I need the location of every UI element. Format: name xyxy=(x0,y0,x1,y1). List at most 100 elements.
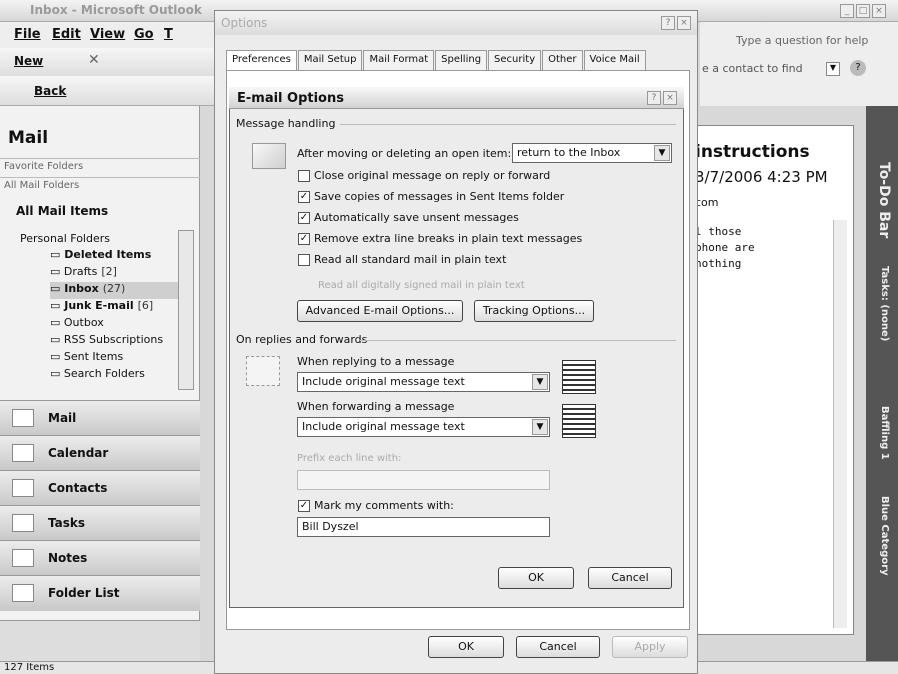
body-line: nothing xyxy=(695,257,742,270)
folder-label: Deleted Items xyxy=(64,248,152,261)
close-icon[interactable]: × xyxy=(872,4,886,18)
chevron-down-icon[interactable]: ▼ xyxy=(532,419,548,435)
options-apply-button[interactable]: Apply xyxy=(612,636,688,658)
prefix-input[interactable] xyxy=(297,470,550,490)
nav-button-contacts[interactable]: Contacts xyxy=(0,470,200,506)
menu-go[interactable]: Go xyxy=(134,27,154,42)
todo-item-baffling[interactable]: Baffling 1 xyxy=(879,406,890,460)
folder-label: RSS Subscriptions xyxy=(63,333,164,346)
tracking-options-button[interactable]: Tracking Options... xyxy=(474,300,594,322)
tab-spelling[interactable]: Spelling xyxy=(435,50,488,70)
email-options-close-icon[interactable]: × xyxy=(663,91,677,105)
new-button[interactable]: New xyxy=(14,54,43,68)
folder-scrollbar[interactable] xyxy=(178,230,194,390)
back-button[interactable]: Back xyxy=(34,84,66,98)
after-moving-label: After moving or deleting an open item: xyxy=(297,147,512,160)
option-checkbox[interactable]: ✓ xyxy=(298,233,310,245)
menu-view[interactable]: View xyxy=(90,27,125,42)
notes-icon xyxy=(12,549,34,567)
nav-button-label: Folder List xyxy=(48,586,120,600)
option-checkbox[interactable]: ✓ xyxy=(298,191,310,203)
right-toolbar-area: Type a question for help e a contact to … xyxy=(700,22,898,106)
folder-item[interactable]: ▭ Drafts [2] xyxy=(50,265,180,282)
message-body: l those phone are nothing xyxy=(695,224,755,272)
forwarding-value: Include original message text xyxy=(302,420,465,433)
find-contact-input[interactable]: e a contact to find xyxy=(702,62,803,75)
options-ok-button[interactable]: OK xyxy=(428,636,504,658)
folder-icon: ▭ xyxy=(50,367,64,380)
delete-icon[interactable]: ✕ xyxy=(88,52,100,68)
tab-security[interactable]: Security xyxy=(488,50,542,70)
options-close-icon[interactable]: × xyxy=(677,16,691,30)
minimize-icon[interactable]: _ xyxy=(840,4,854,18)
help-search[interactable]: Type a question for help xyxy=(736,34,868,47)
forwarding-select[interactable]: Include original message text ▼ xyxy=(297,417,550,437)
email-options-help-icon[interactable]: ? xyxy=(647,91,661,105)
folder-item[interactable]: ▭ Junk E-mail [6] xyxy=(50,299,180,316)
menubar: File Edit View Go T xyxy=(0,22,230,48)
options-help-icon[interactable]: ? xyxy=(661,16,675,30)
folder-count: [2] xyxy=(101,265,117,278)
folder-tree: ▭ Deleted Items ▭ Drafts [2] ▭ Inbox (27) ▭ J… xyxy=(50,248,180,384)
options-cancel-button[interactable]: Cancel xyxy=(516,636,600,658)
email-options-title: E-mail Options xyxy=(237,91,344,106)
folder-icon: ▭ xyxy=(50,248,65,261)
message-subject: instructions xyxy=(695,142,810,162)
find-contact-dropdown-icon[interactable]: ▼ xyxy=(826,62,840,76)
menu-edit[interactable]: Edit xyxy=(52,27,81,42)
advanced-email-options-button[interactable]: Advanced E-mail Options... xyxy=(297,300,463,322)
folder-item[interactable]: ▭ Inbox (27) xyxy=(50,282,180,299)
option-checkbox[interactable]: ✓ xyxy=(298,212,310,224)
options-title: Options xyxy=(221,16,268,30)
help-icon[interactable]: ? xyxy=(850,60,866,76)
folder-label: Drafts xyxy=(63,265,98,278)
option-checkbox[interactable] xyxy=(298,170,310,182)
menu-file[interactable]: File xyxy=(14,27,41,42)
folder-item[interactable]: ▭ Deleted Items xyxy=(50,248,180,265)
menu-tools[interactable]: T xyxy=(164,27,173,42)
mark-comments-checkbox[interactable]: ✓ xyxy=(298,500,310,512)
chevron-down-icon[interactable]: ▼ xyxy=(654,145,670,161)
replying-select[interactable]: Include original message text ▼ xyxy=(297,372,550,392)
mark-comments-label: Mark my comments with: xyxy=(314,499,454,512)
reply-preview xyxy=(562,360,596,394)
todo-tasks[interactable]: Tasks: (none) xyxy=(879,266,890,341)
tab-mail-setup[interactable]: Mail Setup xyxy=(297,50,363,70)
folder-icon: ▭ xyxy=(50,299,65,312)
maximize-icon[interactable]: □ xyxy=(856,4,870,18)
nav-header: Mail xyxy=(8,128,49,148)
tab-other[interactable]: Other xyxy=(542,50,583,70)
tab-voice-mail[interactable]: Voice Mail xyxy=(583,50,646,70)
nav-button-folder-list[interactable]: Folder List xyxy=(0,575,200,611)
all-mail-folders-label: All Mail Folders xyxy=(4,180,80,191)
email-options-ok-button[interactable]: OK xyxy=(498,567,574,589)
when-forwarding-label: When forwarding a message xyxy=(297,400,455,413)
todo-item-blue-category[interactable]: Blue Category xyxy=(879,496,890,576)
tab-preferences[interactable]: Preferences xyxy=(226,50,297,72)
envelope-icon xyxy=(252,143,286,169)
folder-item[interactable]: ▭ RSS Subscriptions xyxy=(50,333,180,350)
comment-name-input[interactable]: Bill Dyszel xyxy=(297,517,550,537)
after-moving-select[interactable]: return to the Inbox ▼ xyxy=(512,143,672,163)
todo-bar-title[interactable]: To-Do Bar xyxy=(876,162,892,238)
nav-button-calendar[interactable]: Calendar xyxy=(0,435,200,471)
nav-button-mail[interactable]: Mail xyxy=(0,400,200,436)
folder-item[interactable]: ▭ Search Folders xyxy=(50,367,180,384)
favorite-folders-header[interactable]: Favorite Folders xyxy=(0,158,200,175)
folder-item[interactable]: ▭ Outbox xyxy=(50,316,180,333)
tab-mail-format[interactable]: Mail Format xyxy=(363,50,435,70)
option-checkbox-label: Remove extra line breaks in plain text m… xyxy=(314,232,583,245)
nav-button-tasks[interactable]: Tasks xyxy=(0,505,200,541)
reading-scrollbar[interactable] xyxy=(833,220,847,628)
body-line: phone are xyxy=(695,241,755,254)
options-tabs: Preferences Mail Setup Mail Format Spelling… xyxy=(226,50,647,72)
nav-button-notes[interactable]: Notes xyxy=(0,540,200,576)
folder-icon: ▭ xyxy=(50,316,64,329)
folder-label: Inbox xyxy=(64,282,99,295)
all-mail-items[interactable]: All Mail Items xyxy=(16,204,108,218)
folder-item[interactable]: ▭ Sent Items xyxy=(50,350,180,367)
all-mail-folders-header[interactable]: All Mail Folders xyxy=(0,177,200,194)
option-checkbox[interactable] xyxy=(298,254,310,266)
chevron-down-icon[interactable]: ▼ xyxy=(532,374,548,390)
email-options-cancel-button[interactable]: Cancel xyxy=(588,567,672,589)
